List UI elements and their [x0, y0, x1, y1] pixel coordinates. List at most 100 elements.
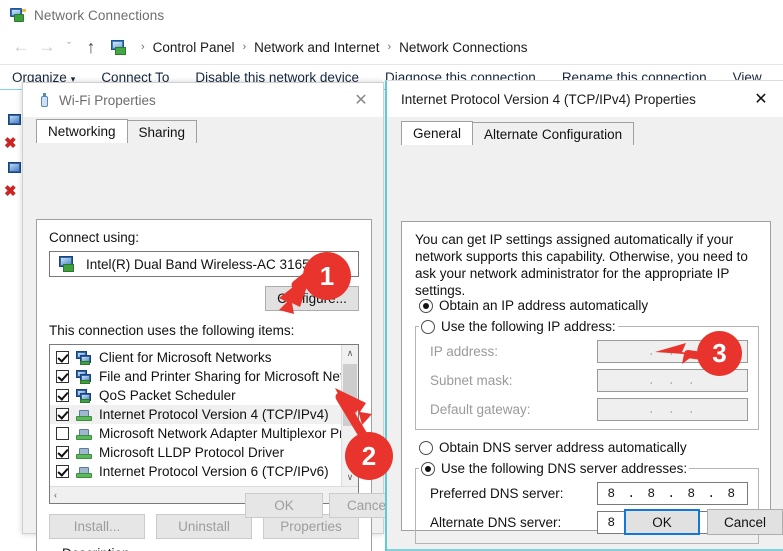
- default-gateway-field[interactable]: . . .: [597, 398, 748, 421]
- install-button-label: Install...: [73, 519, 121, 534]
- breadcrumb[interactable]: › Control Panel › Network and Internet ›…: [110, 35, 527, 59]
- list-item[interactable]: Microsoft Network Adapter Multiplexor Pr…: [50, 424, 358, 443]
- wifi-dialog-title: Wi-Fi Properties: [59, 92, 156, 108]
- properties-button-label: Properties: [280, 519, 342, 534]
- list-item-label: Internet Protocol Version 6 (TCP/IPv6): [99, 464, 329, 479]
- screen: Network Connections ← → ˇ ↑ › Control Pa…: [0, 0, 783, 551]
- list-item-tcpipv4[interactable]: Internet Protocol Version 4 (TCP/IPv4): [50, 405, 358, 424]
- annotation-marker-2-label: 2: [361, 440, 377, 471]
- default-gateway-label: Default gateway:: [430, 402, 531, 417]
- list-item-label: QoS Packet Scheduler: [99, 388, 236, 403]
- radio-use-following-dns-wrapper[interactable]: Use the following DNS server addresses:: [419, 461, 690, 476]
- radio-obtain-dns-automatically[interactable]: Obtain DNS server address automatically: [419, 440, 687, 455]
- checkbox-icon[interactable]: [56, 465, 69, 478]
- breadcrumb-root-icon: [110, 39, 130, 56]
- subnet-mask-label: Subnet mask:: [430, 373, 513, 388]
- ipv4-general-pane: You can get IP settings assigned automat…: [401, 221, 771, 551]
- list-item[interactable]: Microsoft LLDP Protocol Driver: [50, 443, 358, 462]
- items-label: This connection uses the following items…: [49, 323, 295, 338]
- wifi-dialog-tabstrip: Networking Sharing: [23, 119, 383, 143]
- list-item[interactable]: QoS Packet Scheduler: [50, 386, 358, 405]
- radio-obtain-ip-automatically[interactable]: Obtain an IP address automatically: [419, 298, 648, 313]
- list-item-label: Client for Microsoft Networks: [99, 350, 272, 365]
- tab-alternate-configuration[interactable]: Alternate Configuration: [472, 122, 635, 145]
- wifi-cancel-label: Cancel: [346, 498, 390, 513]
- tab-general[interactable]: General: [401, 121, 474, 145]
- radio-obtain-ip-automatically-label: Obtain an IP address automatically: [439, 298, 649, 313]
- ipv4-cancel-button[interactable]: Cancel: [707, 509, 783, 535]
- close-icon[interactable]: ✕: [739, 82, 783, 116]
- list-item-label: Microsoft Network Adapter Multiplexor Pr…: [99, 426, 359, 441]
- close-icon[interactable]: ✕: [339, 83, 383, 117]
- explorer-navigation-bar: ← → ˇ ↑ › Control Panel › Network and In…: [0, 30, 783, 64]
- list-item[interactable]: Internet Protocol Version 6 (TCP/IPv6): [50, 462, 358, 481]
- connect-using-label: Connect using:: [49, 230, 140, 245]
- annotation-marker-3: 3: [697, 331, 742, 376]
- annotation-marker-1: 1: [303, 252, 351, 300]
- ip-address-label: IP address:: [430, 344, 499, 359]
- description-caption: Description: [58, 546, 134, 551]
- protocol-listbox[interactable]: Client for Microsoft Networks File and P…: [49, 344, 359, 504]
- ipv4-dialog-tabstrip: General Alternate Configuration: [387, 121, 783, 145]
- checkbox-icon[interactable]: [56, 370, 69, 383]
- adapter-disconnected-icon-2: ✖: [4, 183, 17, 200]
- adapter-name-value: Intel(R) Dual Band Wireless-AC 3165: [86, 256, 310, 272]
- radio-use-following-ip-label: Use the following IP address:: [441, 319, 616, 334]
- preferred-dns-field[interactable]: 8 . 8 . 8 . 8: [597, 482, 748, 505]
- radio-icon[interactable]: [421, 461, 435, 476]
- ipv4-ok-button[interactable]: OK: [624, 509, 700, 535]
- scroll-up-icon[interactable]: ∧: [342, 345, 358, 362]
- scrollbar-thumb[interactable]: [343, 364, 357, 426]
- annotation-marker-2: 2: [345, 432, 393, 480]
- ipv4-properties-dialog: Internet Protocol Version 4 (TCP/IPv4) P…: [385, 80, 783, 551]
- wifi-properties-dialog: Wi-Fi Properties ✕ Networking Sharing Co…: [22, 82, 407, 551]
- wifi-adapter-icon: [37, 92, 51, 108]
- radio-obtain-dns-automatically-label: Obtain DNS server address automatically: [439, 440, 687, 455]
- radio-use-following-dns-label: Use the following DNS server addresses:: [441, 461, 688, 476]
- install-button[interactable]: Install...: [49, 514, 145, 539]
- wifi-ok-label: OK: [274, 498, 294, 513]
- breadcrumb-item-network-connections[interactable]: Network Connections: [399, 40, 527, 55]
- checkbox-icon[interactable]: [56, 427, 69, 440]
- uninstall-button[interactable]: Uninstall: [156, 514, 252, 539]
- adapter-icon-1: [6, 114, 22, 128]
- up-icon[interactable]: ↑: [78, 34, 104, 60]
- radio-use-following-ip-wrapper[interactable]: Use the following IP address:: [419, 319, 618, 334]
- ipv4-intro-text: You can get IP settings assigned automat…: [415, 232, 748, 298]
- checkbox-icon[interactable]: [56, 446, 69, 459]
- tab-networking[interactable]: Networking: [36, 119, 128, 143]
- forward-icon[interactable]: →: [34, 34, 60, 60]
- network-connections-icon: [10, 8, 26, 22]
- breadcrumb-item-control-panel[interactable]: Control Panel: [153, 40, 235, 55]
- preferred-dns-label: Preferred DNS server:: [430, 486, 564, 501]
- adapter-icon-2: [6, 162, 22, 176]
- scroll-left-icon[interactable]: ‹: [54, 490, 57, 500]
- list-item-label: Microsoft LLDP Protocol Driver: [99, 445, 285, 460]
- recent-locations-icon[interactable]: ˇ: [60, 34, 78, 60]
- radio-icon[interactable]: [421, 319, 435, 334]
- list-item-label: File and Printer Sharing for Microsoft N…: [99, 369, 359, 384]
- wifi-ok-button[interactable]: OK: [245, 493, 323, 518]
- protocol-icon: [76, 465, 94, 479]
- checkbox-icon[interactable]: [56, 351, 69, 364]
- checkbox-icon[interactable]: [56, 389, 69, 402]
- back-icon[interactable]: ←: [8, 34, 34, 60]
- computer-network-icon: [76, 350, 94, 365]
- protocol-icon: [76, 408, 94, 422]
- list-item[interactable]: Client for Microsoft Networks: [50, 348, 358, 367]
- annotation-marker-3-label: 3: [712, 338, 727, 368]
- breadcrumb-item-network-and-internet[interactable]: Network and Internet: [254, 40, 379, 55]
- uninstall-button-label: Uninstall: [178, 519, 230, 534]
- radio-icon[interactable]: [419, 440, 433, 455]
- radio-icon[interactable]: [419, 298, 433, 313]
- checkbox-icon[interactable]: [56, 408, 69, 421]
- computer-network-icon: [76, 369, 94, 384]
- tab-sharing[interactable]: Sharing: [126, 120, 198, 143]
- list-item-label: Internet Protocol Version 4 (TCP/IPv4): [99, 407, 329, 422]
- annotation-marker-1-label: 1: [319, 260, 335, 291]
- ipv4-cancel-label: Cancel: [723, 514, 767, 530]
- list-item[interactable]: File and Printer Sharing for Microsoft N…: [50, 367, 358, 386]
- breadcrumb-separator-1: ›: [242, 41, 247, 53]
- breadcrumb-separator-2: ›: [387, 41, 392, 53]
- connections-list-sliver: ✖ ✖: [0, 90, 24, 551]
